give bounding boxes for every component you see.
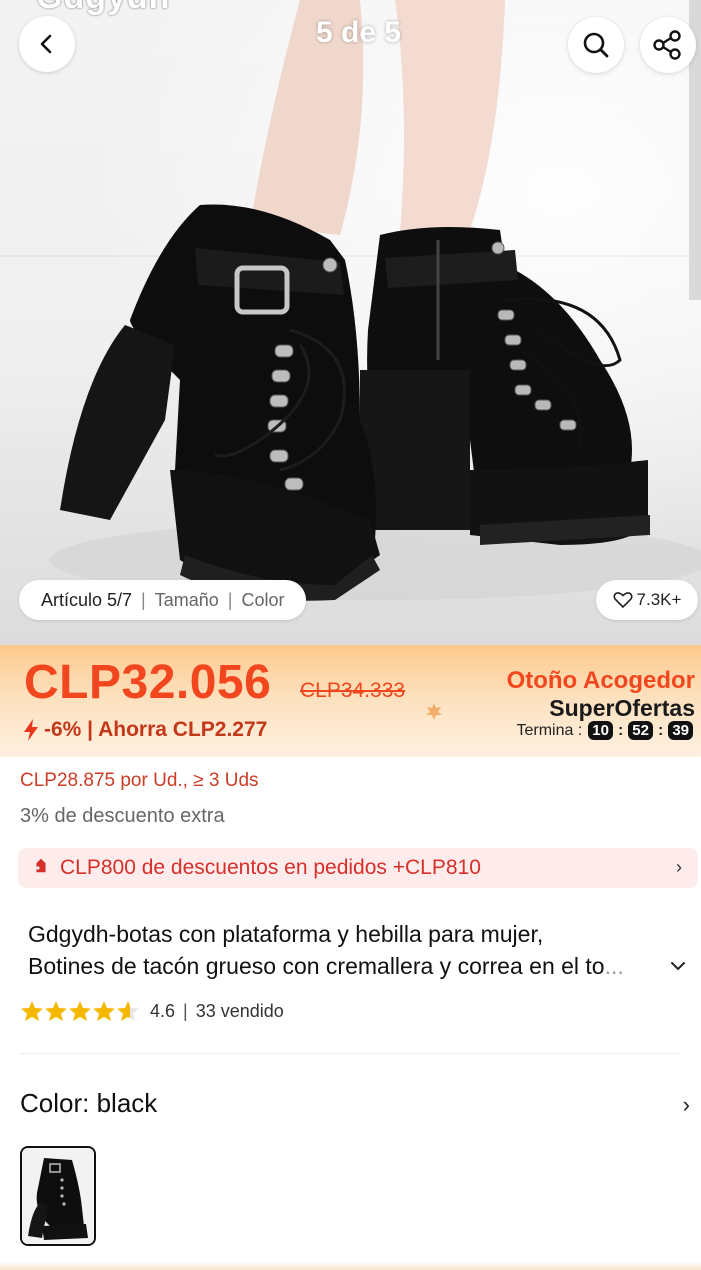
color-option: Color — [241, 589, 285, 610]
pill-separator: | — [141, 589, 146, 610]
top-navigation-bar: Gdgydh 5 de 5 — [0, 0, 701, 80]
discount-line: -6% | Ahorra CLP2.277 — [22, 718, 267, 742]
campaign-subtitle: SuperOfertas — [549, 695, 695, 721]
product-image-gallery[interactable] — [0, 0, 701, 645]
search-button[interactable] — [568, 17, 624, 73]
article-label: Artículo 5/7 — [41, 589, 133, 610]
star-icon — [45, 1001, 67, 1021]
product-photo-boots — [50, 0, 701, 601]
boot-thumbnail — [22, 1148, 94, 1244]
share-icon — [653, 30, 681, 60]
title-line-1: Gdgydh-botas con plataforma y hebilla pa… — [28, 921, 544, 947]
image-counter: 5 de 5 — [316, 16, 402, 49]
sold-count: 33 vendido — [195, 1000, 284, 1021]
coupon-text: CLP800 de descuentos en pedidos +CLP810 — [60, 856, 481, 879]
color-label: Color: black — [20, 1088, 158, 1118]
heart-icon — [613, 592, 633, 609]
countdown-minutes: 52 — [628, 721, 653, 740]
chevron-down-icon[interactable] — [670, 960, 686, 972]
title-line-2-text: Botines de tacón grueso con cremallera y… — [28, 953, 605, 979]
countdown-seconds: 39 — [668, 721, 693, 740]
discount-text: -6% | Ahorra CLP2.277 — [44, 718, 268, 741]
share-button[interactable] — [640, 17, 696, 73]
coupon-row[interactable]: CLP800 de descuentos en pedidos +CLP810 … — [18, 848, 698, 888]
original-price: CLP34.333 — [300, 679, 406, 702]
size-option: Tamaño — [154, 589, 219, 610]
color-swatch-black[interactable] — [20, 1146, 96, 1246]
autumn-leaf-icon — [426, 703, 442, 720]
pill-separator: | — [227, 589, 233, 610]
bottom-edge — [0, 1262, 701, 1270]
campaign-title: Otoño Acogedor — [506, 667, 695, 694]
bulk-price: CLP28.875 por Ud., ≥ 3 Uds — [20, 770, 259, 791]
rating-row[interactable]: 4.6 | 33 vendido — [20, 1000, 284, 1022]
rating-separator: | — [183, 1000, 188, 1021]
star-icon — [93, 1001, 115, 1021]
title-line-2: Botines de tacón grueso con cremallera y… — [28, 950, 688, 982]
countdown-timer: Termina : 10 : 52 : 39 — [516, 721, 693, 740]
product-title[interactable]: Gdgydh-botas con plataforma y hebilla pa… — [28, 918, 688, 982]
chevron-left-icon — [40, 34, 52, 54]
tag-icon — [36, 859, 46, 873]
countdown-colon: : — [617, 721, 624, 739]
star-icon — [69, 1001, 91, 1021]
countdown-label: Termina : — [516, 721, 583, 739]
star-icon — [21, 1001, 43, 1021]
section-divider — [20, 1053, 680, 1054]
store-title-partial: Gdgydh — [36, 0, 170, 17]
star-rating — [20, 1000, 140, 1022]
color-variant-row[interactable]: Color: black › — [20, 1088, 690, 1119]
countdown-hours: 10 — [588, 721, 613, 740]
lightning-icon — [24, 719, 38, 741]
countdown-colon: : — [657, 721, 664, 739]
rating-value: 4.6 — [150, 1000, 176, 1021]
wishlist-button[interactable]: 7.3K+ — [596, 580, 698, 620]
back-button[interactable] — [19, 16, 75, 72]
likes-count: 7.3K+ — [636, 590, 682, 609]
search-icon — [583, 32, 609, 58]
extra-discount: 3% de descuento extra — [20, 805, 225, 827]
star-icon — [117, 1001, 139, 1021]
title-truncation: ... — [604, 953, 624, 979]
price-banner: CLP32.056 CLP34.333 -6% | Ahorra CLP2.27… — [0, 645, 701, 757]
chevron-right-icon: › — [682, 1092, 690, 1117]
sku-selector-pill[interactable]: Artículo 5/7 | Tamaño | Color — [19, 580, 307, 620]
current-price: CLP32.056 — [24, 656, 272, 709]
chevron-right-icon: › — [676, 857, 682, 877]
